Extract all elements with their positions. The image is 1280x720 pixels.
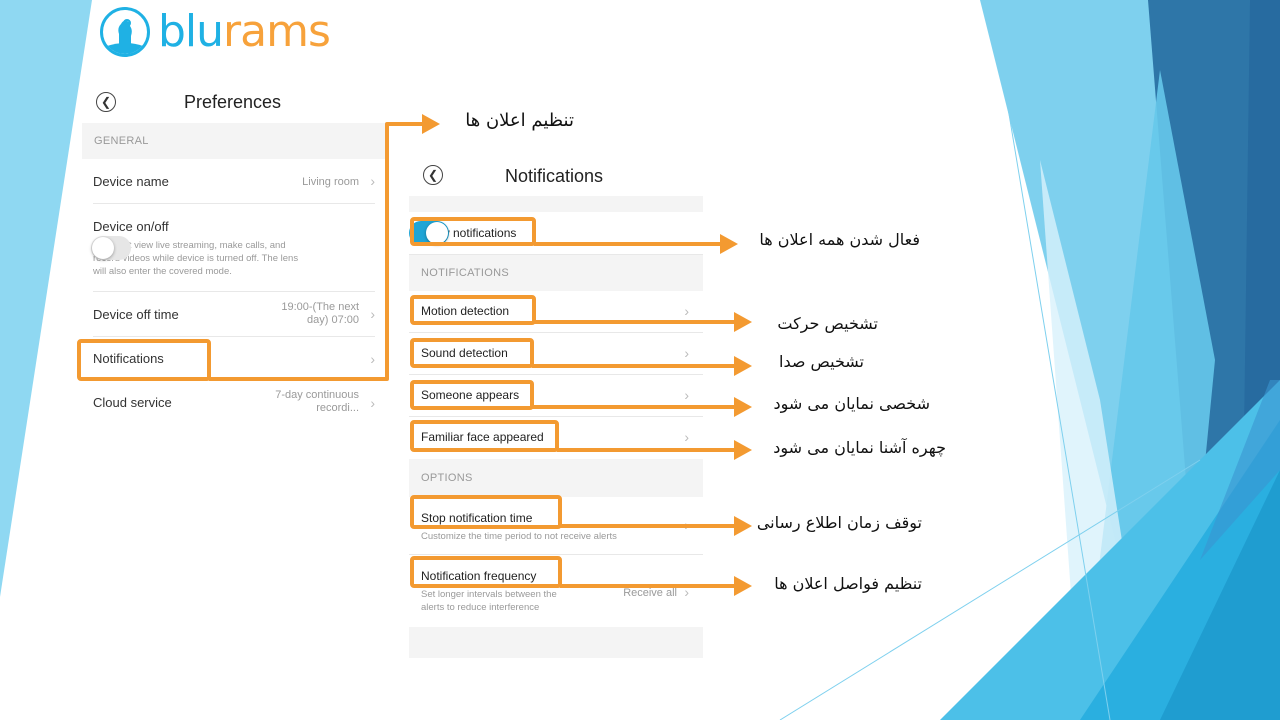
- annotation-familiar-face: چهره آشنا نمایان می شود: [773, 438, 946, 457]
- arrowhead-familiar: [734, 440, 752, 460]
- annotation-allow-all: فعال شدن همه اعلان ها: [759, 230, 920, 249]
- arrowhead-motion: [734, 312, 752, 332]
- annotation-someone: شخصی نمایان می شود: [773, 394, 930, 413]
- annotation-sound: تشخیص صدا: [779, 352, 864, 371]
- connector-notifications: [209, 122, 425, 381]
- highlight-sound-detection: [410, 338, 534, 368]
- annotation-motion: تشخیص حرکت: [777, 314, 878, 333]
- highlight-motion-detection: [410, 295, 536, 325]
- highlight-frequency: [410, 556, 562, 588]
- highlight-allow-notifications: [410, 217, 536, 246]
- highlight-familiar-face: [410, 420, 559, 452]
- arrowhead-allow: [720, 234, 738, 254]
- highlight-notifications-row: [77, 339, 211, 381]
- arrowhead-someone: [734, 397, 752, 417]
- arrowhead-notification-settings: [422, 114, 440, 134]
- highlight-someone-appears: [410, 380, 534, 410]
- arrowhead-frequency: [734, 576, 752, 596]
- annotation-arrows: [77, 114, 752, 596]
- arrowhead-sound: [734, 356, 752, 376]
- annotation-notification-settings: تنظیم اعلان ها: [465, 110, 574, 131]
- highlight-stop-time: [410, 495, 562, 529]
- annotation-stop-time: توقف زمان اطلاع رسانی: [756, 513, 922, 532]
- annotation-frequency: تنظیم فواصل اعلان ها: [774, 574, 922, 593]
- arrowhead-stop-time: [734, 516, 752, 536]
